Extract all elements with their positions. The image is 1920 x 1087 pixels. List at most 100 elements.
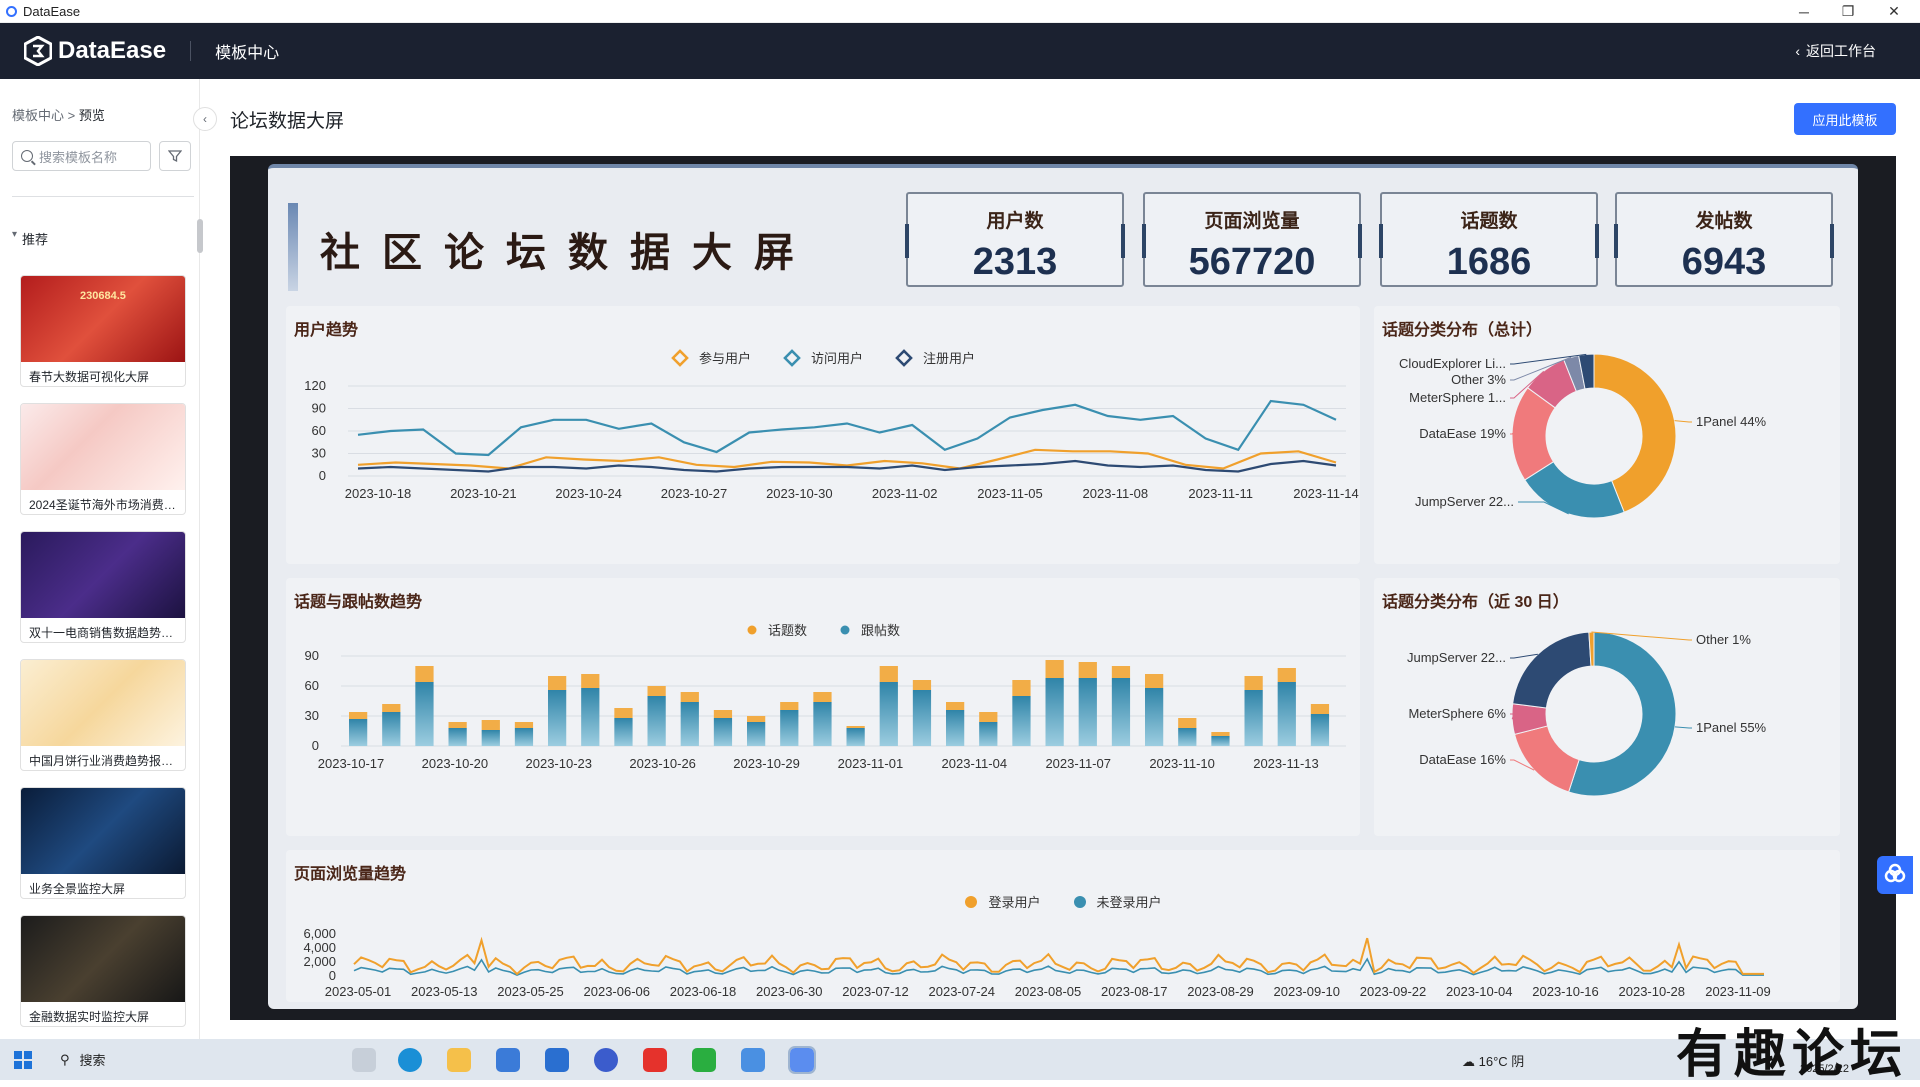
close-icon[interactable]: ✕ bbox=[1872, 0, 1916, 23]
browser-icon[interactable] bbox=[594, 1048, 618, 1072]
task-view-icon[interactable] bbox=[352, 1048, 376, 1072]
template-card[interactable]: 中国月饼行业消费趋势报告... bbox=[20, 659, 186, 771]
category-recommended[interactable]: 推荐 bbox=[12, 229, 48, 248]
window-title: DataEase bbox=[23, 3, 81, 19]
template-thumbnail: 230684.5 bbox=[21, 276, 185, 362]
x-tick-label: 2023-11-10 bbox=[1149, 756, 1215, 771]
y-tick-label: 6,000 bbox=[303, 926, 336, 941]
template-search-input[interactable]: 搜索模板名称 bbox=[12, 141, 151, 171]
wps-icon[interactable] bbox=[643, 1048, 667, 1072]
bar-replies bbox=[1244, 690, 1263, 746]
bar-topics bbox=[979, 712, 998, 722]
dataease-taskbar-icon[interactable] bbox=[788, 1046, 816, 1074]
bar-replies bbox=[581, 688, 600, 746]
leader-line bbox=[1510, 653, 1538, 659]
bar-topics bbox=[1012, 680, 1031, 696]
app-icon[interactable] bbox=[741, 1048, 765, 1072]
user-trend-chart: 0 30 60 90 120 2023-10-18 2023-10-21 2023-10-24… bbox=[304, 378, 1358, 501]
slice-label: DataEase 19% bbox=[1419, 426, 1506, 441]
x-tick-label: 2023-10-27 bbox=[661, 486, 728, 501]
file-explorer-icon[interactable] bbox=[447, 1048, 471, 1072]
bar-topics bbox=[713, 710, 733, 718]
template-card-label: 2024圣诞节海外市场消费报告 bbox=[29, 498, 185, 512]
back-to-workbench-button[interactable]: ‹ 返回工作台 bbox=[1795, 41, 1876, 61]
bar-topics bbox=[1111, 666, 1131, 678]
bar-replies bbox=[1310, 714, 1330, 746]
bar-replies bbox=[1145, 688, 1164, 746]
bar-replies bbox=[1012, 696, 1031, 746]
slice-label: MeterSphere 1... bbox=[1409, 390, 1506, 405]
title-accent bbox=[288, 203, 298, 291]
floating-assistant-button[interactable] bbox=[1877, 856, 1913, 894]
logo[interactable]: DataEase bbox=[24, 36, 166, 66]
slice-label: MeterSphere 6% bbox=[1408, 706, 1506, 721]
breadcrumb-root[interactable]: 模板中心 bbox=[12, 108, 64, 123]
edge-icon[interactable] bbox=[398, 1048, 422, 1072]
bar-topics bbox=[813, 692, 832, 702]
series-line-2 bbox=[357, 399, 1337, 457]
logo-text: DataEase bbox=[58, 37, 167, 64]
template-card[interactable]: 金融数据实时监控大屏 bbox=[20, 915, 186, 1027]
kpi-value: 2313 bbox=[972, 241, 1058, 283]
x-tick-label: 2023-10-16 bbox=[1532, 984, 1599, 999]
x-tick-label: 2023-09-22 bbox=[1360, 984, 1427, 999]
dashboard-screen: 社区论坛数据大屏 用户数 2313 页面浏览量 567720 话题数 1686 … bbox=[268, 164, 1858, 1009]
link-icon bbox=[1884, 863, 1906, 883]
bar-topics bbox=[780, 702, 799, 710]
minimize-icon[interactable]: ─ bbox=[1782, 0, 1826, 23]
collapse-sidebar-button[interactable]: ‹ bbox=[193, 107, 217, 131]
leader-line bbox=[1674, 420, 1692, 423]
bar-topics bbox=[1244, 676, 1263, 690]
topic-total-donut: 1Panel 44% JumpServer 22... DataEase 19% Me… bbox=[1399, 353, 1767, 519]
y-tick-label: 30 bbox=[312, 446, 326, 461]
taskbar-weather[interactable]: ☁ 16°C 阴 bbox=[1462, 1051, 1524, 1070]
breadcrumb-sep: > bbox=[67, 108, 76, 123]
sidebar-scrollbar[interactable] bbox=[197, 219, 203, 253]
bar-topics bbox=[548, 676, 567, 690]
bar-replies bbox=[415, 682, 434, 746]
windows-start-icon[interactable] bbox=[14, 1051, 32, 1069]
x-tick-label: 2023-08-17 bbox=[1101, 984, 1168, 999]
template-card[interactable]: 230684.5 春节大数据可视化大屏 bbox=[20, 275, 186, 387]
filter-button[interactable] bbox=[159, 141, 191, 171]
kpi-value: 1686 bbox=[1446, 241, 1532, 283]
store-icon[interactable] bbox=[496, 1048, 520, 1072]
bar-topics bbox=[912, 680, 932, 690]
template-thumbnail bbox=[21, 404, 185, 490]
wechat-icon[interactable] bbox=[692, 1048, 716, 1072]
x-tick-label: 2023-11-09 bbox=[1705, 984, 1771, 999]
series-line-1 bbox=[357, 448, 1337, 470]
y-tick-label: 60 bbox=[312, 423, 326, 438]
mail-icon[interactable] bbox=[545, 1048, 569, 1072]
topic-reply-bar-chart: 0 30 60 90 2023-10-17 2023-10-20 2023-10-23 202… bbox=[305, 648, 1346, 771]
x-tick-label: 2023-11-04 bbox=[942, 756, 1008, 771]
bar-replies bbox=[1111, 678, 1131, 746]
topic-distribution-total-panel: 话题分类分布（总计） 1Panel 44% JumpServer 22... Dat… bbox=[1374, 306, 1840, 564]
x-tick-label: 2023-10-17 bbox=[318, 756, 385, 771]
bar-topics bbox=[1277, 668, 1296, 682]
bar-replies bbox=[1178, 728, 1197, 746]
topic-30d-donut: 1Panel 55% DataEase 16% MeterSphere 6% Jump… bbox=[1407, 631, 1767, 797]
kpi-value: 567720 bbox=[1188, 241, 1316, 283]
template-card[interactable]: 业务全景监控大屏 bbox=[20, 787, 186, 899]
x-tick-label: 2023-10-24 bbox=[555, 486, 622, 501]
bar-topics bbox=[879, 666, 898, 682]
donut-slice bbox=[1513, 725, 1580, 793]
template-card[interactable]: 2024圣诞节海外市场消费报告 bbox=[20, 403, 186, 515]
template-sidebar: 模板中心 > 预览 搜索模板名称 推荐 230684.5 春节大数据可视化大屏 … bbox=[0, 79, 203, 1039]
app-icon bbox=[6, 5, 17, 17]
bar-topics bbox=[514, 722, 534, 728]
template-card[interactable]: 双十一电商销售数据趋势分... bbox=[20, 531, 186, 643]
y-tick-label: 120 bbox=[304, 378, 326, 393]
restore-icon[interactable]: ❐ bbox=[1826, 0, 1870, 23]
x-tick-label: 2023-10-29 bbox=[733, 756, 800, 771]
filter-icon bbox=[168, 150, 182, 163]
slice-label: Other 3% bbox=[1451, 372, 1506, 387]
pageview-area-chart: 02,0004,0006,000 2023-05-01 2023-05-13 2023… bbox=[303, 926, 1771, 999]
apply-template-button[interactable]: 应用此模板 bbox=[1794, 103, 1896, 135]
page-title: 论坛数据大屏 bbox=[230, 111, 345, 132]
slice-label: CloudExplorer Li... bbox=[1399, 356, 1506, 371]
taskbar-search[interactable]: ⚲ 搜索 bbox=[50, 1039, 270, 1080]
kpi-label: 话题数 bbox=[1460, 211, 1518, 232]
bar-replies bbox=[349, 719, 368, 746]
